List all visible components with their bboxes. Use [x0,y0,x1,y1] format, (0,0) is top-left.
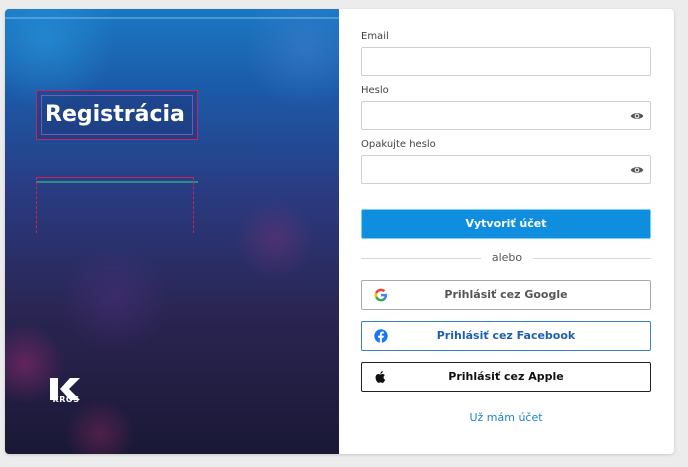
google-icon [374,288,388,302]
hero-decor-line [5,17,339,19]
eye-icon[interactable] [630,110,644,122]
registration-card: Registrácia KROS Email Heslo Opakujte he… [5,9,674,454]
facebook-login-button[interactable]: Prihlásiť cez Facebook [361,321,651,351]
apple-login-label: Prihlásiť cez Apple [448,370,564,383]
repeat-password-label: Opakujte heslo [361,139,436,150]
apple-icon [375,371,386,383]
apple-login-button[interactable]: Prihlásiť cez Apple [361,362,651,392]
divider-text: alebo [491,251,523,264]
page-title: Registrácia [45,102,185,127]
email-field[interactable] [361,47,651,76]
have-account-link[interactable]: Už mám účet [361,411,651,424]
hero-decor-frame [36,177,194,233]
registration-form: Email Heslo Opakujte heslo Vytvoriť účet… [361,9,651,454]
facebook-login-label: Prihlásiť cez Facebook [436,329,576,342]
password-label: Heslo [361,85,389,96]
hero-panel: Registrácia KROS [5,9,339,454]
eye-icon[interactable] [630,164,644,176]
repeat-password-field[interactable] [361,155,651,184]
create-account-button[interactable]: Vytvoriť účet [361,209,651,239]
email-label: Email [361,31,389,42]
divider-line [361,258,481,259]
password-field[interactable] [361,101,651,130]
facebook-icon [374,329,388,343]
google-login-label: Prihlásiť cez Google [444,288,568,301]
divider-line [533,258,651,259]
kros-logo-text: KROS [52,395,80,404]
google-login-button[interactable]: Prihlásiť cez Google [361,280,651,310]
